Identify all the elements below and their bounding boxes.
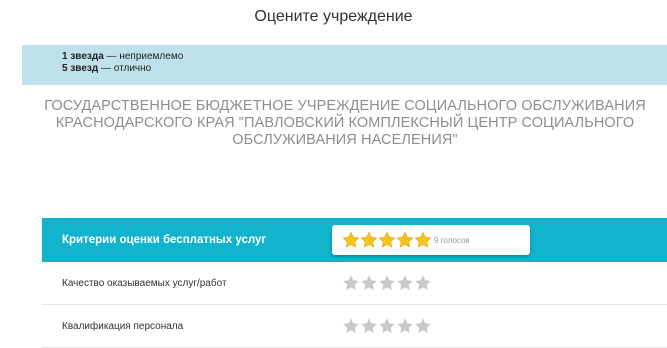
star-icon[interactable]	[360, 317, 378, 335]
star-icon[interactable]	[396, 274, 414, 292]
qualification-rating-stars[interactable]	[342, 317, 432, 335]
quality-rating-stars[interactable]	[342, 274, 432, 292]
star-icon[interactable]	[396, 231, 414, 249]
star-icon[interactable]	[342, 274, 360, 292]
legend-5-stars: 5 звезд	[62, 63, 99, 74]
votes-count: 9 голосов	[434, 235, 470, 245]
star-icon[interactable]	[414, 317, 432, 335]
organization-name: Государственное бюджетное учреждение соц…	[44, 98, 646, 148]
criteria-table: Критерии оценки бесплатных услуг 9 голос…	[42, 218, 667, 348]
star-icon[interactable]	[342, 317, 360, 335]
legend-line-5: 5 звезд — отлично	[62, 63, 667, 75]
star-icon[interactable]	[378, 317, 396, 335]
legend-1-desc: — неприемлемо	[103, 51, 184, 62]
star-icon[interactable]	[414, 274, 432, 292]
legend-line-1: 1 звезда — неприемлемо	[62, 51, 667, 63]
star-icon[interactable]	[396, 317, 414, 335]
star-icon[interactable]	[342, 231, 360, 249]
overall-rating-box[interactable]: 9 голосов	[332, 225, 530, 255]
page-title: Оцените учреждение	[254, 8, 413, 25]
star-icon[interactable]	[360, 231, 378, 249]
star-icon[interactable]	[360, 274, 378, 292]
rating-legend: 1 звезда — неприемлемо 5 звезд — отлично	[22, 45, 667, 85]
star-icon[interactable]	[378, 231, 396, 249]
criteria-row-label: Качество оказываемых услуг/работ	[62, 277, 227, 289]
criteria-row-qualification: Квалификация персонала	[42, 305, 667, 348]
criteria-header-label: Критерии оценки бесплатных услуг	[62, 234, 267, 246]
legend-1-star: 1 звезда	[62, 51, 104, 62]
criteria-header-row: Критерии оценки бесплатных услуг 9 голос…	[42, 218, 667, 262]
criteria-row-quality: Качество оказываемых услуг/работ	[42, 262, 667, 305]
star-icon[interactable]	[378, 274, 396, 292]
criteria-row-label: Квалификация персонала	[62, 320, 184, 332]
legend-5-desc: — отлично	[98, 63, 152, 74]
overall-rating-stars[interactable]	[342, 231, 432, 249]
star-icon[interactable]	[414, 231, 432, 249]
